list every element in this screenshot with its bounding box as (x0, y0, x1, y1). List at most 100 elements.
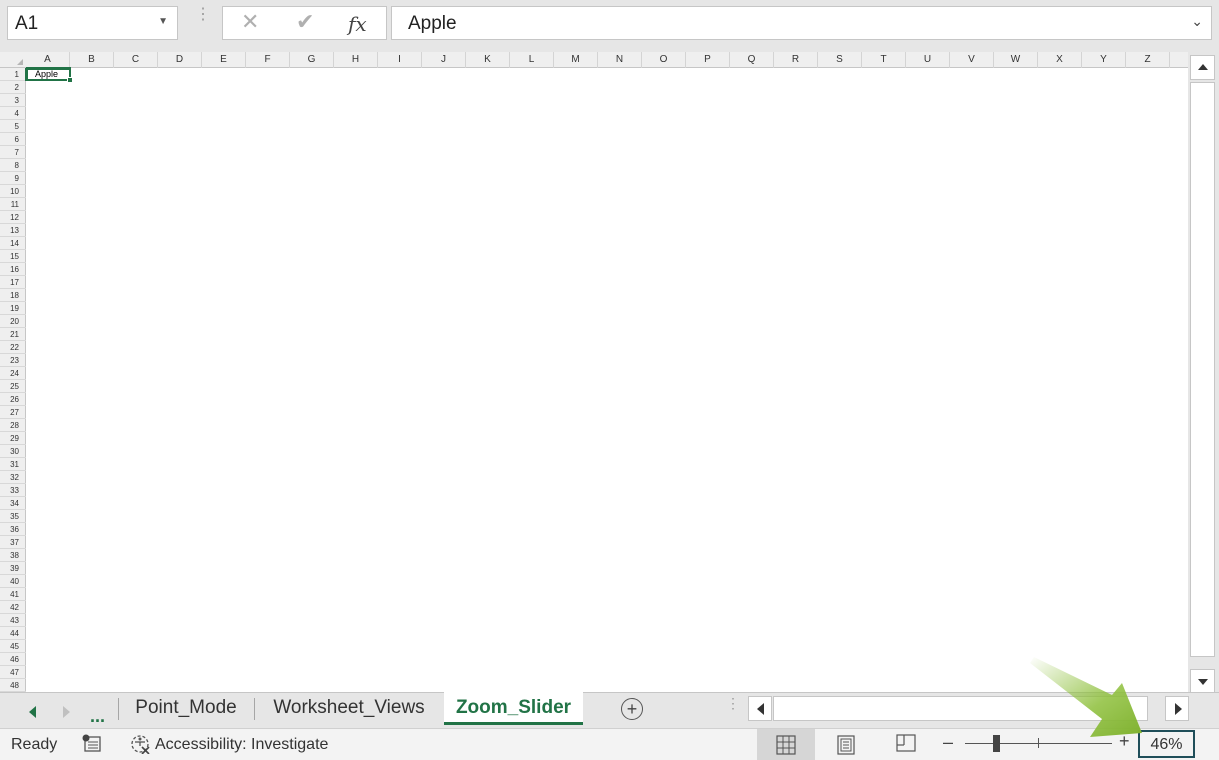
next-sheet-icon[interactable] (63, 706, 70, 718)
row-header[interactable]: 44 (0, 627, 26, 640)
column-header[interactable]: C (114, 52, 158, 68)
row-header[interactable]: 48 (0, 679, 26, 692)
row-header[interactable]: 34 (0, 497, 26, 510)
row-header[interactable]: 37 (0, 536, 26, 549)
row-header[interactable]: 21 (0, 328, 26, 341)
select-all-icon[interactable] (0, 52, 26, 68)
row-header[interactable]: 38 (0, 549, 26, 562)
add-sheet-icon[interactable]: + (621, 698, 643, 720)
row-header[interactable]: 20 (0, 315, 26, 328)
accessibility-icon[interactable] (130, 734, 150, 754)
cell-a1[interactable]: Apple (26, 68, 71, 81)
row-header[interactable]: 41 (0, 588, 26, 601)
column-header[interactable]: W (994, 52, 1038, 68)
row-header[interactable]: 24 (0, 367, 26, 380)
column-header[interactable]: B (70, 52, 114, 68)
column-header[interactable]: U (906, 52, 950, 68)
formula-input[interactable]: Apple ⌄ (391, 6, 1212, 40)
row-header[interactable]: 12 (0, 211, 26, 224)
row-header[interactable]: 16 (0, 263, 26, 276)
column-header[interactable]: N (598, 52, 642, 68)
column-header[interactable]: S (818, 52, 862, 68)
column-header[interactable]: X (1038, 52, 1082, 68)
scroll-left-icon[interactable] (748, 696, 772, 721)
more-sheets-button[interactable]: ... (90, 706, 105, 727)
column-header[interactable]: I (378, 52, 422, 68)
fill-handle[interactable] (67, 77, 73, 83)
column-header[interactable]: T (862, 52, 906, 68)
row-header[interactable]: 27 (0, 406, 26, 419)
zoom-level-button[interactable]: 46% (1138, 730, 1195, 758)
row-header[interactable]: 2 (0, 81, 26, 94)
column-header[interactable]: D (158, 52, 202, 68)
row-header[interactable]: 14 (0, 237, 26, 250)
row-header[interactable]: 23 (0, 354, 26, 367)
row-header[interactable]: 17 (0, 276, 26, 289)
row-header[interactable]: 3 (0, 94, 26, 107)
row-header[interactable]: 19 (0, 302, 26, 315)
scroll-up-icon[interactable] (1190, 55, 1215, 80)
column-header[interactable]: L (510, 52, 554, 68)
row-header[interactable]: 22 (0, 341, 26, 354)
column-header[interactable]: O (642, 52, 686, 68)
column-header[interactable]: Q (730, 52, 774, 68)
tab-worksheet-views[interactable]: Worksheet_Views (258, 692, 440, 724)
tab-splitter-icon[interactable]: ⋮ (726, 696, 740, 710)
row-header[interactable]: 31 (0, 458, 26, 471)
row-header[interactable]: 18 (0, 289, 26, 302)
row-header[interactable]: 8 (0, 159, 26, 172)
row-header[interactable]: 10 (0, 185, 26, 198)
row-header[interactable]: 46 (0, 653, 26, 666)
column-header[interactable]: E (202, 52, 246, 68)
horizontal-scroll-thumb[interactable] (773, 696, 1148, 721)
row-header[interactable]: 43 (0, 614, 26, 627)
row-header[interactable]: 1 (0, 68, 26, 81)
tab-point-mode[interactable]: Point_Mode (122, 692, 250, 724)
cancel-icon[interactable]: ✕ (241, 9, 259, 35)
normal-view-button[interactable] (757, 729, 815, 760)
tab-zoom-slider[interactable]: Zoom_Slider (444, 692, 583, 725)
row-header[interactable]: 42 (0, 601, 26, 614)
scroll-right-icon[interactable] (1165, 696, 1189, 721)
enter-icon[interactable]: ✔ (296, 9, 314, 35)
row-header[interactable]: 32 (0, 471, 26, 484)
zoom-slider-thumb[interactable] (993, 735, 1000, 752)
row-header[interactable]: 15 (0, 250, 26, 263)
name-box[interactable]: A1 ▼ (7, 6, 178, 40)
column-header[interactable]: J (422, 52, 466, 68)
vertical-scroll-thumb[interactable] (1190, 82, 1215, 657)
column-header[interactable]: H (334, 52, 378, 68)
row-header[interactable]: 36 (0, 523, 26, 536)
column-header[interactable]: M (554, 52, 598, 68)
column-header[interactable]: K (466, 52, 510, 68)
row-header[interactable]: 28 (0, 419, 26, 432)
row-header[interactable]: 26 (0, 393, 26, 406)
row-header[interactable]: 25 (0, 380, 26, 393)
row-header[interactable]: 30 (0, 445, 26, 458)
row-header[interactable]: 11 (0, 198, 26, 211)
column-header[interactable]: V (950, 52, 994, 68)
row-header[interactable]: 13 (0, 224, 26, 237)
page-break-preview-icon[interactable] (896, 734, 916, 754)
insert-function-icon[interactable]: fx (348, 12, 367, 36)
row-header[interactable]: 9 (0, 172, 26, 185)
column-header[interactable]: R (774, 52, 818, 68)
row-header[interactable]: 33 (0, 484, 26, 497)
page-layout-view-icon[interactable] (836, 735, 856, 755)
scroll-down-icon[interactable] (1190, 669, 1215, 694)
accessibility-status[interactable]: Accessibility: Investigate (155, 736, 328, 754)
worksheet-grid[interactable]: ABCDEFGHIJKLMNOPQRSTUVWXYZ 1 2 3 4 5 6 7 8 9 10 11… (0, 52, 1188, 692)
column-header[interactable]: Z (1126, 52, 1170, 68)
row-header[interactable]: 35 (0, 510, 26, 523)
row-header[interactable]: 40 (0, 575, 26, 588)
previous-sheet-icon[interactable] (29, 706, 36, 718)
row-header[interactable]: 29 (0, 432, 26, 445)
row-header[interactable]: 45 (0, 640, 26, 653)
row-header[interactable]: 7 (0, 146, 26, 159)
expand-formula-bar-icon[interactable]: ⌄ (1191, 13, 1203, 30)
name-box-dropdown-icon[interactable]: ▼ (158, 16, 168, 27)
zoom-in-button[interactable]: + (1119, 731, 1130, 752)
row-header[interactable]: 4 (0, 107, 26, 120)
row-header[interactable]: 5 (0, 120, 26, 133)
row-header[interactable]: 6 (0, 133, 26, 146)
